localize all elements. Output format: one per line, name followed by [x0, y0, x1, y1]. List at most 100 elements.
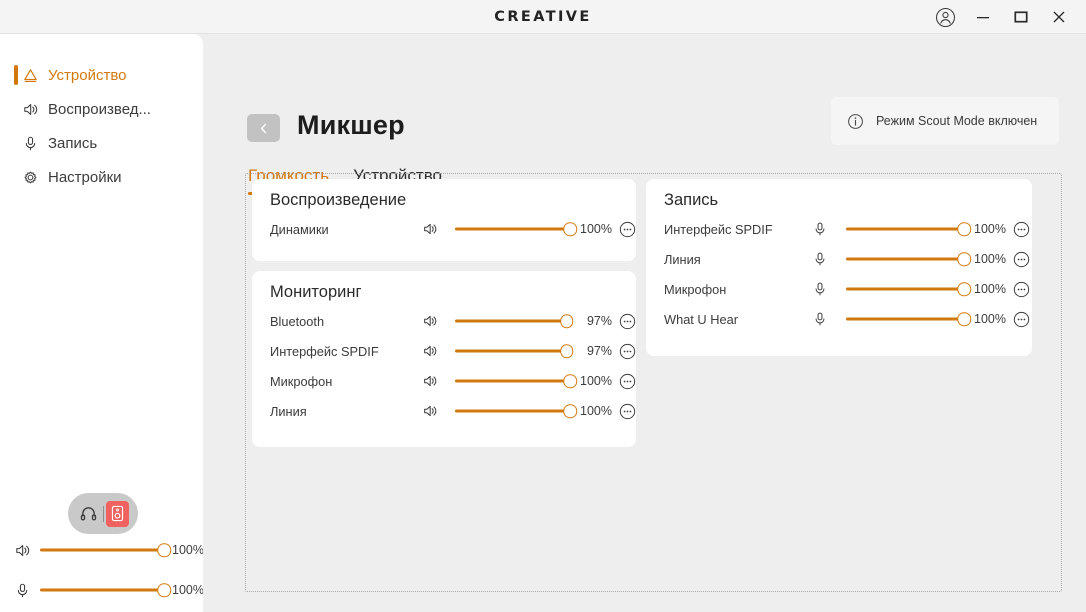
maximize-button[interactable]: [1002, 0, 1040, 34]
info-icon: [847, 113, 864, 130]
row-menu-button[interactable]: [618, 372, 636, 390]
slider-track-fill: [846, 228, 964, 231]
speaker-icon: [14, 542, 40, 559]
slider-value: 100%: [578, 222, 612, 236]
main-content: Микшер Режим Scout Mode включен Громкост…: [203, 34, 1086, 612]
slider-value: 100%: [972, 282, 1006, 296]
slider-track[interactable]: [40, 540, 164, 560]
row-menu-button[interactable]: [1012, 280, 1030, 298]
slider-track-fill: [455, 380, 570, 383]
title-bar: CREATIVE: [0, 0, 1086, 34]
row-menu-button[interactable]: [618, 220, 636, 238]
row-menu-button[interactable]: [1012, 250, 1030, 268]
slider-thumb[interactable]: [957, 252, 971, 266]
device-icon: [22, 67, 48, 84]
channel-name: Микрофон: [664, 282, 726, 297]
slider-track-fill: [40, 589, 164, 592]
recording-card: Запись Интерфейс SPDIF: [646, 179, 1032, 356]
account-button[interactable]: [926, 0, 964, 34]
mixer-content-area: Воспроизведение Динамики: [245, 173, 1062, 592]
slider-track[interactable]: [455, 341, 570, 361]
slider-track-fill: [455, 350, 567, 353]
speaker-option[interactable]: [104, 493, 132, 534]
row-menu-button[interactable]: [618, 312, 636, 330]
more-icon: [1013, 311, 1030, 328]
channel-name: Bluetooth: [270, 314, 324, 329]
channel-name: Линия: [664, 252, 701, 267]
slider-thumb[interactable]: [563, 222, 577, 236]
slider-thumb[interactable]: [957, 222, 971, 236]
slider-track[interactable]: [846, 219, 964, 239]
close-icon: [1051, 10, 1067, 24]
output-device-toggle[interactable]: [68, 493, 138, 534]
monitoring-card: Мониторинг Bluetooth: [252, 271, 636, 447]
slider-track-fill: [455, 410, 570, 413]
sidebar-item-settings[interactable]: Настройки: [0, 160, 203, 194]
slider-value: 100%: [172, 543, 204, 557]
sidebar-item-label: Настройки: [48, 169, 122, 186]
speaker-icon: [422, 343, 438, 359]
mic-icon: [22, 135, 48, 152]
sidebar-item-label: Воспроизвед...: [48, 101, 151, 118]
headphone-icon: [79, 504, 98, 523]
slider-track[interactable]: [40, 580, 164, 600]
slider-value: 100%: [972, 252, 1006, 266]
row-menu-button[interactable]: [618, 342, 636, 360]
slider-track-fill: [846, 258, 964, 261]
slider-thumb[interactable]: [957, 282, 971, 296]
sidebar: Устройство Воспроизвед...: [0, 34, 203, 612]
slider-track[interactable]: [846, 249, 964, 269]
row-menu-button[interactable]: [1012, 310, 1030, 328]
slider-thumb[interactable]: [157, 543, 171, 557]
chevron-left-icon: [257, 122, 270, 135]
slider-track[interactable]: [846, 279, 964, 299]
scout-mode-badge[interactable]: Режим Scout Mode включен: [831, 97, 1059, 145]
master-mic-slider[interactable]: 100%: [14, 580, 204, 600]
slider-track[interactable]: [846, 309, 964, 329]
sidebar-item-label: Запись: [48, 135, 97, 152]
channel-name: What U Hear: [664, 312, 738, 327]
sidebar-item-device[interactable]: Устройство: [0, 58, 203, 92]
mixer-row: What U Hear 100%: [664, 308, 1026, 330]
master-playback-slider[interactable]: 100%: [14, 540, 204, 560]
channel-name: Линия: [270, 404, 307, 419]
speaker-box-icon: [111, 505, 124, 522]
more-icon: [1013, 281, 1030, 298]
headphone-option[interactable]: [75, 493, 103, 534]
slider-track[interactable]: [455, 401, 570, 421]
back-button[interactable]: [247, 114, 280, 142]
slider-value: 100%: [972, 312, 1006, 326]
slider-thumb[interactable]: [563, 404, 577, 418]
more-icon: [619, 221, 636, 238]
speaker-icon: [422, 313, 438, 329]
row-menu-button[interactable]: [618, 402, 636, 420]
slider-thumb[interactable]: [560, 314, 574, 328]
slider-track[interactable]: [455, 371, 570, 391]
mic-icon: [812, 221, 828, 237]
speaker-option-chip: [106, 501, 129, 527]
slider-thumb[interactable]: [563, 374, 577, 388]
more-icon: [619, 313, 636, 330]
mixer-row: Bluetooth 97%: [270, 310, 630, 332]
close-button[interactable]: [1040, 0, 1078, 34]
app-window: CREATIVE: [0, 0, 1086, 612]
slider-value: 100%: [172, 583, 204, 597]
slider-thumb[interactable]: [560, 344, 574, 358]
speaker-icon: [422, 221, 438, 237]
card-title: Запись: [664, 191, 718, 210]
mixer-row: Линия 100%: [270, 400, 630, 422]
sidebar-item-playback[interactable]: Воспроизвед...: [0, 92, 203, 126]
page-title: Микшер: [297, 110, 405, 141]
slider-value: 97%: [578, 344, 612, 358]
slider-value: 100%: [578, 404, 612, 418]
minimize-button[interactable]: [964, 0, 1002, 34]
sidebar-item-recording[interactable]: Запись: [0, 126, 203, 160]
slider-thumb[interactable]: [157, 583, 171, 597]
mixer-row: Микрофон 100%: [664, 278, 1026, 300]
slider-track[interactable]: [455, 219, 570, 239]
slider-thumb[interactable]: [957, 312, 971, 326]
slider-track[interactable]: [455, 311, 570, 331]
maximize-icon: [1013, 10, 1029, 24]
row-menu-button[interactable]: [1012, 220, 1030, 238]
brand-text: CREATIVE: [494, 9, 591, 25]
